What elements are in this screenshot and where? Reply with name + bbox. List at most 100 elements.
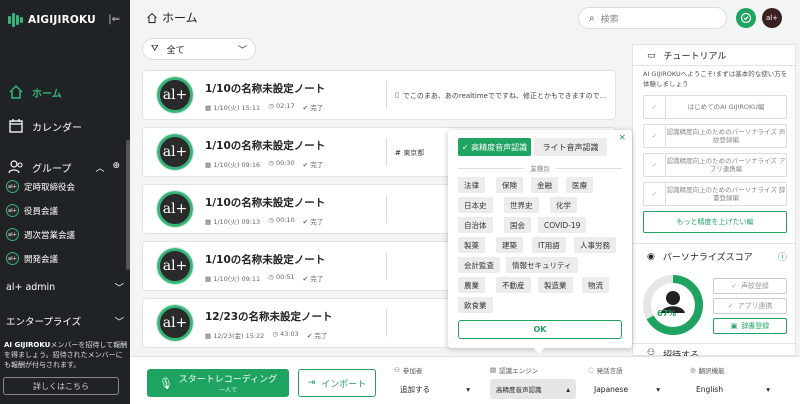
search-input[interactable]: ⌕ 検索 [578, 7, 727, 29]
section-label: al+ admin [6, 281, 56, 293]
engine-select[interactable]: 高精度音声認識 ▴ [490, 379, 576, 399]
industry-chip[interactable]: 保険 [496, 177, 523, 193]
divider [633, 65, 795, 66]
field-label: 翻訳機能 [698, 367, 725, 375]
sidebar-group-item[interactable]: al+ 役員会議 [6, 204, 58, 217]
industry-chip[interactable]: 化学 [550, 197, 577, 213]
sidebar-section-enterprise[interactable]: エンタープライズ ﹀ [6, 314, 124, 328]
note-status: 完了 [310, 218, 324, 226]
app-link-button[interactable]: ✓ アプリ連携 [713, 298, 787, 314]
note-meta: ▦ 12/23(金) 15:22 ◷ 43:03 ✔ 完了 [205, 330, 327, 340]
sidebar: AIGIJIROKU |⇐ ホーム カレンダー グループ ︿ ⊕ al+ 定時取… [0, 0, 130, 404]
industry-chip[interactable]: 自治体 [458, 217, 493, 233]
sidebar-section-admin[interactable]: al+ admin ﹀ [6, 280, 124, 295]
industry-chip[interactable]: 法律 [458, 177, 485, 193]
check-icon: ✓ [731, 282, 737, 290]
language-select[interactable]: Japanese ▾ [588, 379, 666, 399]
dictionary-button[interactable]: ▣ 辞書登録 [713, 318, 787, 334]
industry-chip[interactable]: 国会 [504, 217, 531, 233]
check-icon: ✔ 完了 [302, 161, 324, 169]
industry-chip[interactable]: IT用語 [532, 237, 566, 253]
check-icon: ✓ [644, 183, 666, 205]
avatar: al+ [6, 204, 19, 217]
note-duration: 00:30 [275, 159, 295, 167]
check-icon: ✔ 完了 [306, 332, 328, 340]
user-avatar[interactable]: al+ [762, 8, 782, 28]
select-value: 高精度音声認識 [496, 386, 542, 394]
invite-description: AI GIJIROKUメンバーを招待して報酬を得ましょう。招待されたメンバーにも… [4, 340, 128, 370]
details-button[interactable]: 詳しくはこちら [3, 377, 119, 395]
industry-chip[interactable]: 会計監査 [458, 257, 500, 273]
import-button[interactable]: ⇥ インポート [298, 369, 376, 397]
note-duration: 43:03 [280, 330, 299, 338]
note-date: 1/10(火) 09:11 [213, 275, 261, 283]
note-title: 1/10の名称未設定ノート [205, 197, 326, 209]
industry-chip[interactable]: 情報セキュリティ [506, 257, 578, 273]
note-meta: ▦ 1/10(火) 09:11 ◷ 00:51 ✔ 完了 [205, 273, 323, 283]
add-group-icon[interactable]: ⊕ [112, 161, 120, 174]
sidebar-scrollbar[interactable] [126, 140, 130, 270]
divider [386, 138, 387, 166]
start-recording-button[interactable]: 🎙 スタートレコーディング 一人で [147, 369, 289, 397]
ok-button[interactable]: OK [458, 320, 622, 339]
tutorial-step[interactable]: ✓ 認識精度向上のためのパーソナライズ アプリ連携編 [643, 153, 787, 177]
help-icon[interactable]: ⓘ [778, 250, 787, 263]
filter-icon: ⛛ [151, 44, 159, 54]
sidebar-group-item[interactable]: al+ 週次営業会議 [6, 228, 75, 241]
tab-light[interactable]: ライト音声認識 [534, 138, 607, 156]
check-icon: ✔ 完了 [302, 104, 324, 112]
close-icon[interactable]: × [618, 133, 626, 143]
industry-chip[interactable]: 金融 [531, 177, 558, 193]
clock-icon: ◷ 00:30 [268, 159, 295, 167]
collapse-sidebar-icon[interactable]: |⇐ [108, 14, 120, 25]
industry-chip[interactable]: 農業 [458, 277, 485, 293]
chat-support-button[interactable] [736, 8, 756, 28]
voiceprint-button[interactable]: ✓ 声紋登録 [713, 278, 787, 294]
filter-dropdown[interactable]: ⛛ 全て ﹀ [142, 38, 256, 60]
person-icon [666, 291, 680, 305]
tab-high-accuracy[interactable]: ✓ 高精度音声認識 [458, 138, 531, 156]
group-name: 開発会議 [24, 254, 59, 265]
industry-chip[interactable]: 世界史 [504, 197, 539, 213]
sidebar-item-home[interactable]: ホーム [0, 80, 130, 104]
search-icon: ⌕ [589, 12, 595, 24]
industry-chip[interactable]: 物流 [582, 277, 609, 293]
industry-chip[interactable]: 医療 [566, 177, 593, 193]
participants-select[interactable]: 追加する ▾ [394, 379, 476, 399]
calendar-icon: ▦ 1/10(火) 09:11 [205, 275, 261, 283]
industry-chip[interactable]: 製造業 [538, 277, 573, 293]
caret-down-icon: ▾ [466, 384, 470, 394]
tutorial-title: チュートリアル [663, 52, 727, 62]
industry-chip[interactable]: 飲食業 [458, 297, 493, 313]
note-card[interactable]: al+ 1/10の名称未設定ノート ▦ 1/10(火) 15:11 ◷ 02:1… [142, 70, 616, 120]
clock-icon: ◷ 02:17 [268, 102, 295, 110]
industry-label: 業種別 [530, 165, 550, 173]
divider [633, 243, 795, 244]
record-sublabel: 一人で [218, 387, 237, 394]
avatar: al+ [6, 180, 19, 193]
industry-chip[interactable]: 製薬 [458, 237, 485, 253]
select-value: 追加する [400, 384, 430, 394]
industry-chip[interactable]: 日本史 [458, 197, 493, 213]
tutorial-step[interactable]: ✓ はじめてのAI GIJIROKU編 [643, 95, 787, 119]
note-date: 1/10(火) 15:11 [213, 104, 261, 112]
industry-chip[interactable]: 不動産 [496, 277, 531, 293]
industry-chip[interactable]: COVID-19 [538, 217, 587, 233]
sidebar-item-group[interactable]: グループ ︿ ⊕ [0, 155, 124, 179]
step-label: はじめてのAI GIJIROKU編 [687, 103, 765, 111]
translation-select[interactable]: English ▾ [690, 379, 776, 399]
more-accuracy-button[interactable]: もっと精度を上げたい編 [643, 211, 787, 233]
tutorial-step[interactable]: ✓ 認識精度向上のためのパーソナライズ 辞書登録編 [643, 182, 787, 206]
sidebar-group-item[interactable]: al+ 開発会議 [6, 252, 58, 265]
sidebar-item-calendar[interactable]: カレンダー [0, 114, 130, 138]
industry-chip[interactable]: 人事労務 [574, 237, 616, 253]
sidebar-group-item[interactable]: al+ 定時取締役会 [6, 180, 75, 193]
sidebar-item-label: グループ [32, 163, 72, 175]
tutorial-step[interactable]: ✓ 認識精度向上のためのパーソナライズ 声紋登録編 [643, 124, 787, 148]
divider [386, 309, 387, 337]
chevron-up-icon[interactable]: ︿ [95, 161, 104, 174]
button-label: 声紋登録 [740, 282, 769, 290]
industry-chip[interactable]: 建築 [496, 237, 523, 253]
avatar: al+ [156, 304, 194, 342]
app-logo[interactable]: AIGIJIROKU [8, 12, 96, 28]
